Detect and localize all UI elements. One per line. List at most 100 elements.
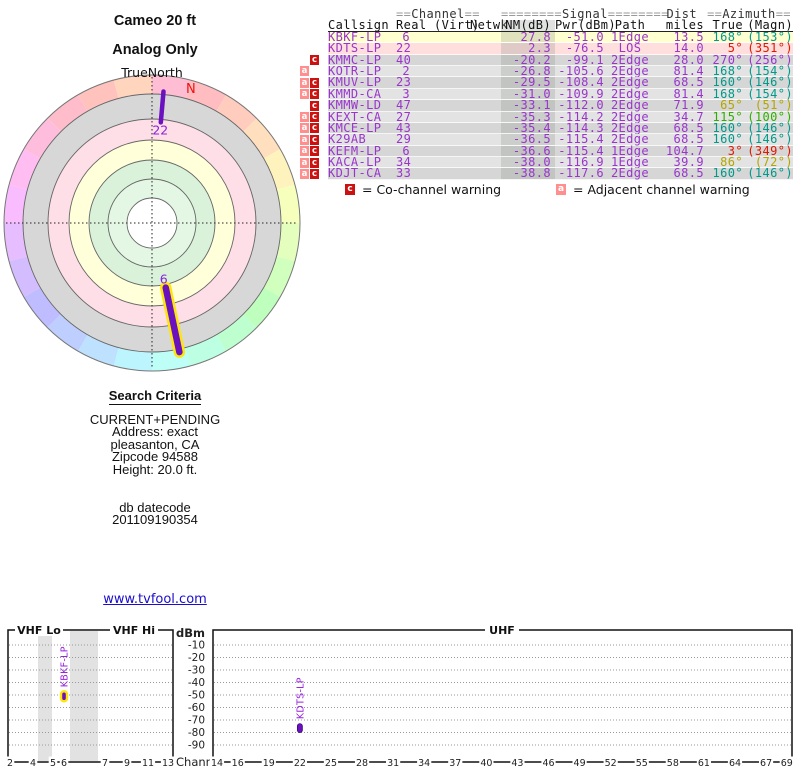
virt-channel-cell xyxy=(410,168,456,178)
dbm-tick-label: -50 xyxy=(188,690,205,702)
co-channel-warning-icon: c xyxy=(310,134,319,145)
adjacent-channel-warning-icon: a xyxy=(300,134,309,145)
co-channel-warning-icon: c xyxy=(310,77,319,88)
adjacent-channel-warning-icon: a xyxy=(556,184,566,195)
channel-tick-label: 7 xyxy=(102,758,108,768)
search-line: Height: 20.0 ft. xyxy=(112,461,198,477)
co-channel-warning-icon: c xyxy=(310,55,319,66)
virt-channel-cell xyxy=(410,157,456,167)
vhf-hi-label: VHF Hi xyxy=(113,624,155,637)
dbm-tick-label: -60 xyxy=(188,702,205,714)
adjacent-channel-warning-icon: a xyxy=(300,89,309,100)
vhf-gap-band xyxy=(38,631,52,761)
callsign-cell: KDJT-CA xyxy=(328,166,382,181)
channel-tick-label: 31 xyxy=(387,758,399,768)
nm-db-cell: -33.1 xyxy=(501,99,555,111)
search-criteria-title: Search Criteria xyxy=(108,388,202,405)
co-channel-legend: c = Co-channel warning xyxy=(345,182,501,197)
table-row: a c KDJT-CA 33 -38.8 -117.6 2Edge 68.5 160° (146°… xyxy=(300,166,800,181)
station-marker xyxy=(296,723,303,734)
network-cell xyxy=(456,77,501,87)
polar-marker-label: 22 xyxy=(152,122,168,137)
channel-tick-label: 46 xyxy=(542,758,554,768)
channel-tick-label: 9 xyxy=(124,758,130,768)
virt-channel-cell xyxy=(410,112,456,122)
adjacent-channel-warning-icon: a xyxy=(300,168,309,179)
channel-tick-label: 61 xyxy=(698,758,710,768)
channel-tick-label: 58 xyxy=(667,758,679,768)
network-cell xyxy=(456,123,501,133)
tvfool-link[interactable]: www.tvfool.com xyxy=(103,592,207,607)
search-criteria: Search Criteria CURRENT+PENDING Address:… xyxy=(0,388,310,527)
network-cell xyxy=(456,100,501,110)
channel-tick-label: 14 xyxy=(211,758,223,768)
virt-channel-cell xyxy=(410,32,456,42)
polar-channel-marker xyxy=(158,89,166,125)
magnetic-azimuth-cell: (146°) xyxy=(747,166,793,181)
co-channel-warning-icon: c xyxy=(310,123,319,134)
search-criteria-lines: CURRENT+PENDING Address: exact pleasanto… xyxy=(0,413,310,477)
network-cell xyxy=(456,146,501,156)
channel-tick-label: 64 xyxy=(729,758,741,768)
adjacent-channel-warning-icon: a xyxy=(300,66,309,77)
station-marker xyxy=(59,690,69,703)
true-north-label: TrueNorth xyxy=(120,65,183,80)
dbm-tick-label: -20 xyxy=(188,652,205,664)
magnetic-azimuth-cell: (351°) xyxy=(747,41,793,56)
co-channel-warning-icon: c xyxy=(310,89,319,100)
adjacent-channel-legend-label: = Adjacent channel warning xyxy=(573,182,750,197)
dbm-tick-label: -10 xyxy=(188,640,205,652)
virt-channel-cell xyxy=(410,66,456,76)
channel-tick-label: 43 xyxy=(511,758,523,768)
uhf-label: UHF xyxy=(489,624,515,637)
virt-channel-cell xyxy=(410,43,456,53)
network-cell xyxy=(456,43,501,53)
channel-tick-label: 67 xyxy=(760,758,772,768)
channel-tick-label: 69 xyxy=(781,758,793,768)
co-channel-warning-icon: c xyxy=(310,112,319,123)
polar-marker-label: 6 xyxy=(160,272,168,287)
tvfool-report: Cameo 20 ft Analog Only 22 6 N TrueNorth ==… xyxy=(0,0,800,768)
channel-tick-label: 11 xyxy=(142,758,154,768)
virt-channel-cell xyxy=(410,89,456,99)
network-cell xyxy=(456,112,501,122)
db-datecode: db datecode 201109190354 xyxy=(0,501,310,527)
co-channel-warning-icon: c xyxy=(310,146,319,157)
network-cell xyxy=(456,66,501,76)
real-channel-cell: 33 xyxy=(396,166,412,181)
adjacent-channel-warning-icon: a xyxy=(300,146,309,157)
virt-channel-cell xyxy=(410,123,456,133)
dbm-tick-label: -70 xyxy=(188,715,205,727)
channel-tick-label: 2 xyxy=(7,758,13,768)
nm-db-cell: -38.8 xyxy=(501,167,555,180)
channel-tick-label: 16 xyxy=(232,758,244,768)
virt-channel-cell xyxy=(410,146,456,156)
true-azimuth-cell: 160° xyxy=(712,166,743,181)
virt-channel-cell xyxy=(410,77,456,87)
channel-tick-label: 22 xyxy=(294,758,306,768)
co-channel-warning-icon: c xyxy=(310,100,319,111)
compass-north-label: N xyxy=(186,82,196,97)
co-channel-warning-icon: c xyxy=(310,157,319,168)
callsign-cell: KDTS-LP xyxy=(328,41,382,56)
real-channel-cell: 47 xyxy=(396,98,412,113)
channel-tick-label: 37 xyxy=(449,758,461,768)
station-marker-label: KBKF-LP xyxy=(60,646,71,687)
channel-tick-label: 40 xyxy=(480,758,492,768)
channel-tick-label: 25 xyxy=(325,758,337,768)
virt-channel-cell xyxy=(410,100,456,110)
power-dbm-cell: -76.5 xyxy=(565,41,604,56)
adjacent-channel-legend: a = Adjacent channel warning xyxy=(556,182,750,197)
path-cell: 2Edge xyxy=(610,166,650,181)
dbm-tick-label: -90 xyxy=(188,740,205,752)
path-cell: 2Edge xyxy=(610,98,650,113)
channel-tick-label: 34 xyxy=(418,758,430,768)
network-cell xyxy=(456,134,501,144)
vhf-lo-label: VHF Lo xyxy=(17,624,61,637)
dbm-tick-label: -80 xyxy=(188,727,205,739)
signal-spectrum-chart: -10-20-30-40-50-60-70-80-90 VHF Lo VHF Hi U… xyxy=(5,623,794,768)
dbm-tick-label: -30 xyxy=(188,665,205,677)
channel-tick-label: 13 xyxy=(162,758,174,768)
warning-legend: c = Co-channel warning a = Adjacent chan… xyxy=(300,182,800,197)
network-cell xyxy=(456,55,501,65)
